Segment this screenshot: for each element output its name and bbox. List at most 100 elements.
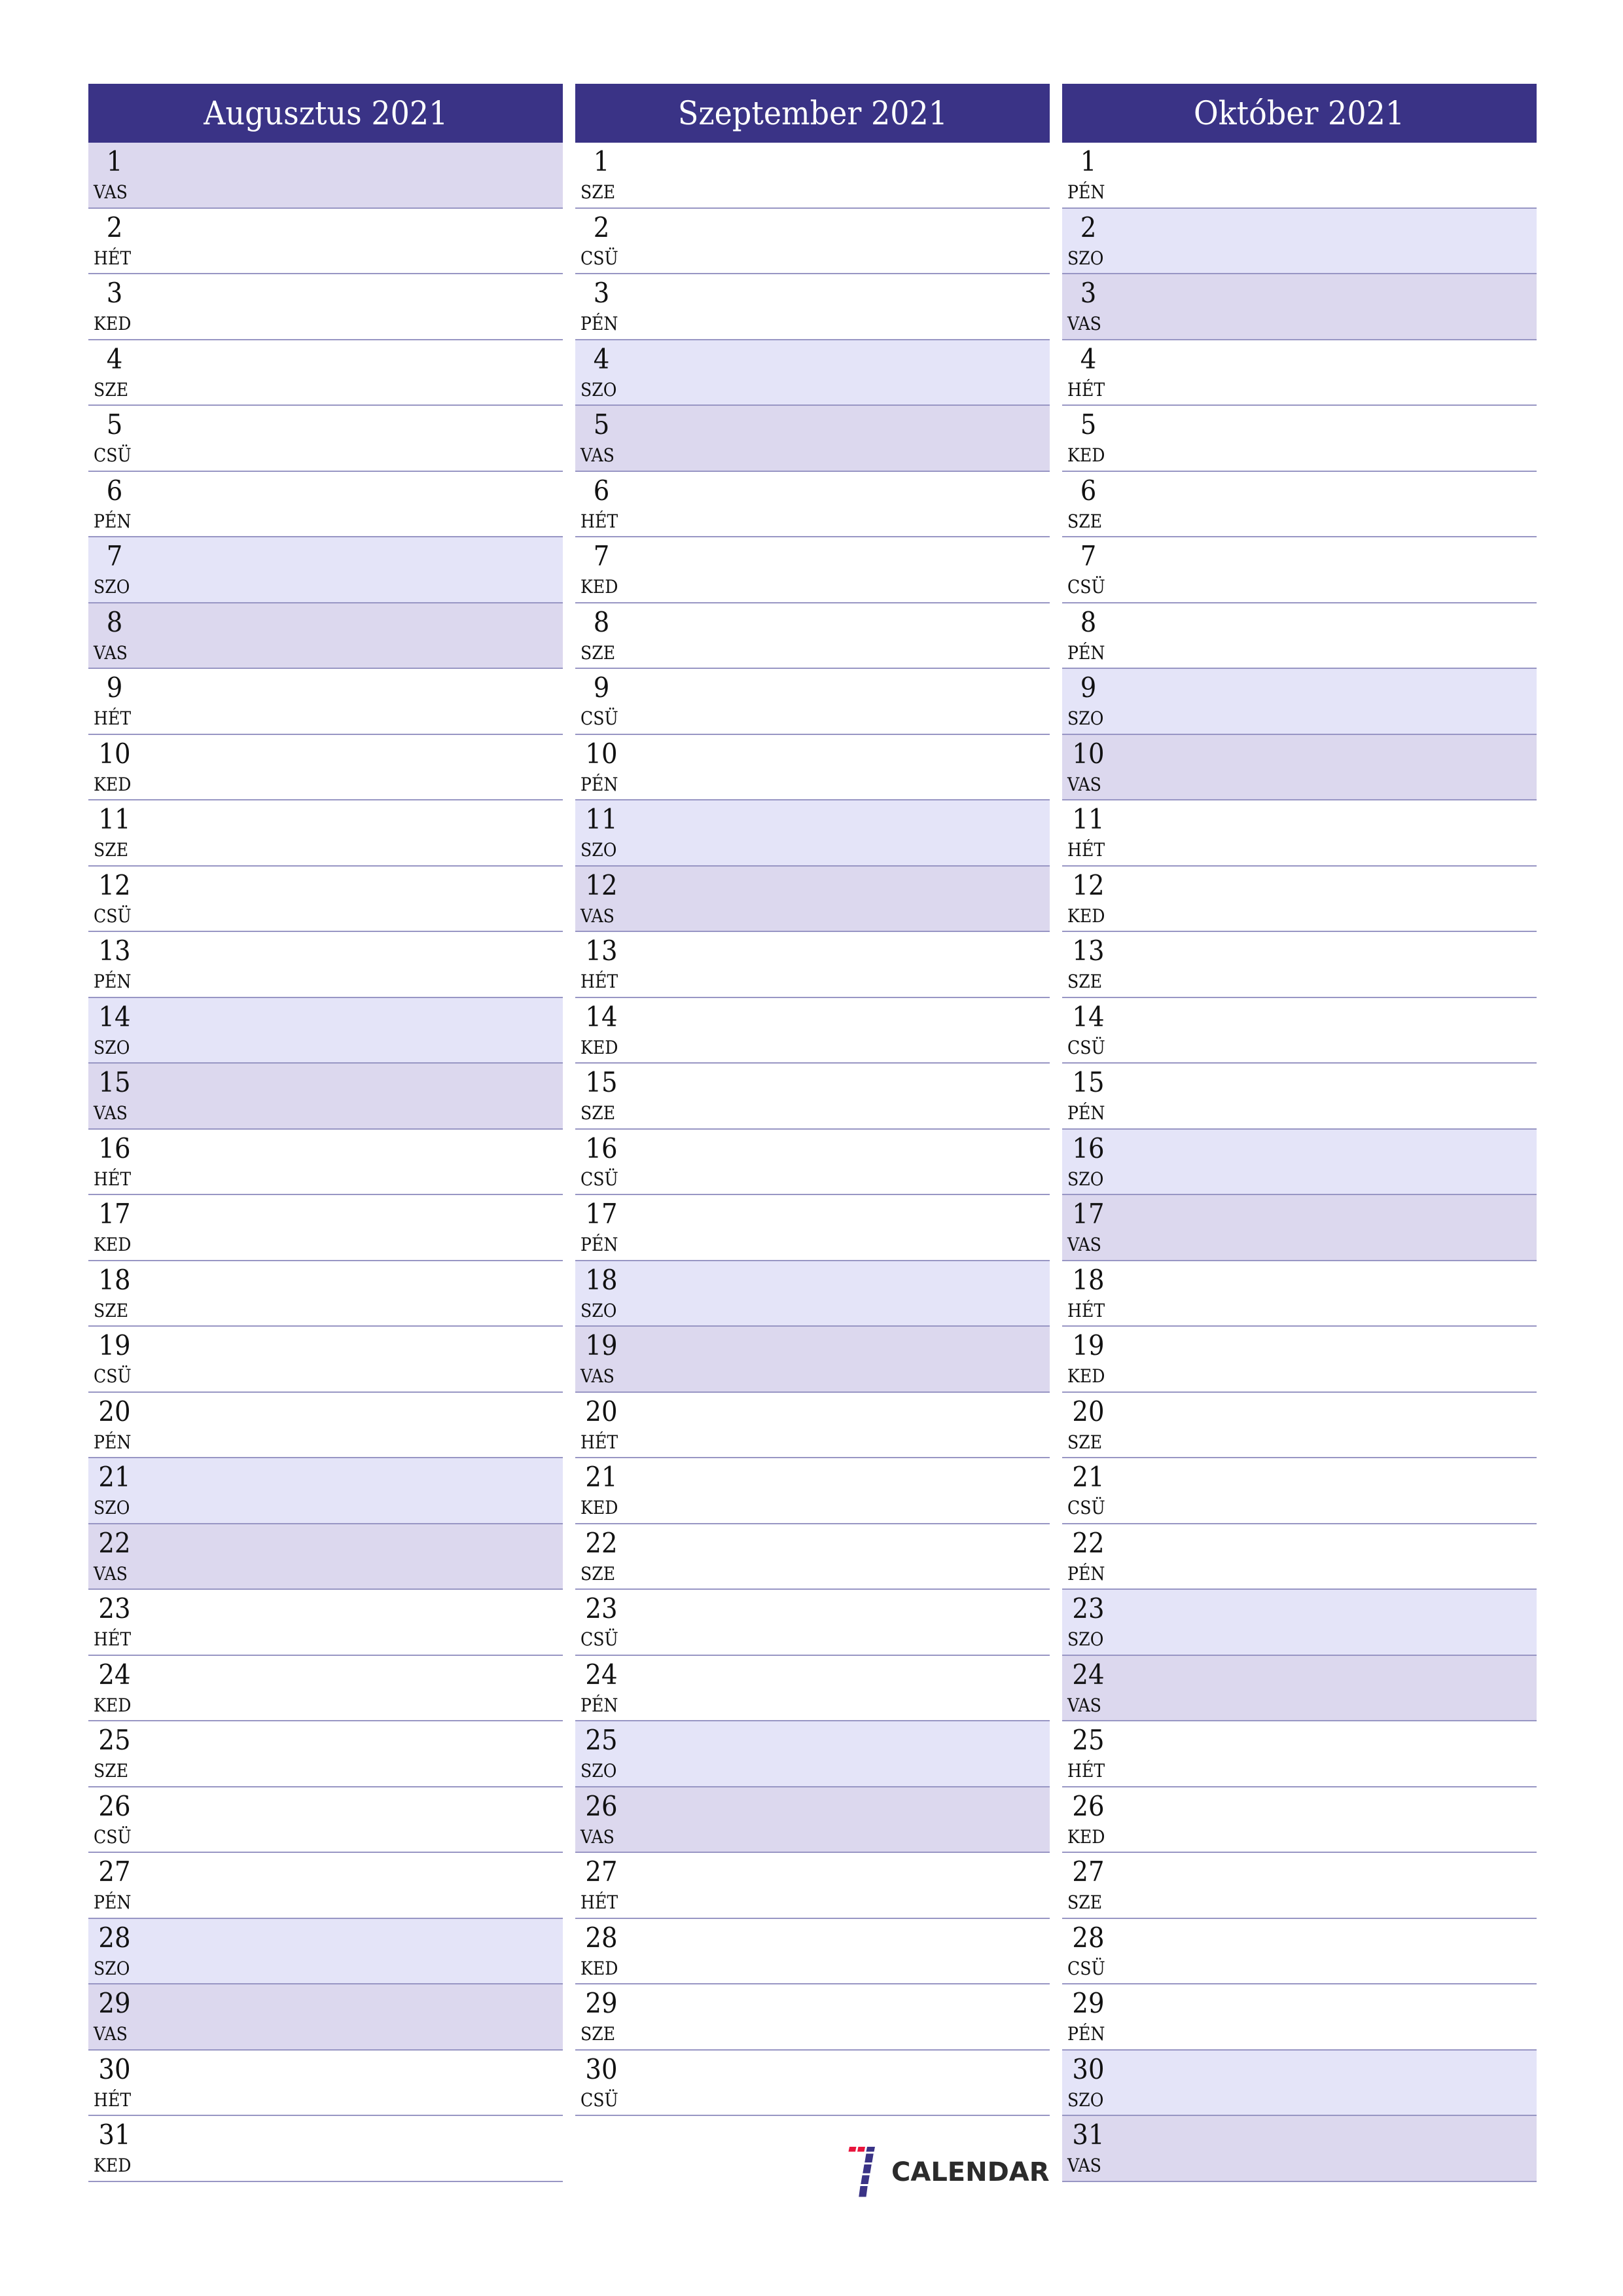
day-row: 9 CSÜ [575, 669, 1050, 735]
weekday-label: VAS [580, 905, 615, 927]
weekday-label: SZE [1067, 1892, 1103, 1913]
day-number: 16 [1072, 1132, 1105, 1164]
day-row: 31 KED [88, 2116, 563, 2182]
day-number: 26 [1072, 1789, 1105, 1822]
day-row: 28 CSÜ [1062, 1919, 1537, 1984]
weekday-label: VAS [1067, 773, 1101, 795]
weekday-label: KED [1067, 444, 1105, 466]
weekday-label: SZO [1067, 708, 1104, 729]
day-row: 14 CSÜ [1062, 998, 1537, 1064]
day-number: 7 [593, 540, 610, 572]
day-number: 1 [593, 145, 610, 177]
day-number: 11 [98, 803, 131, 835]
day-row: 21 SZO [88, 1458, 563, 1524]
day-row: 3 PÉN [575, 274, 1050, 340]
day-row: 25 SZE [88, 1721, 563, 1787]
day-row: 10 VAS [1062, 734, 1537, 800]
day-number: 10 [585, 737, 618, 770]
day-row: 4 SZE [88, 340, 563, 406]
day-number: 27 [98, 1856, 131, 1888]
weekday-label: CSÜ [580, 247, 618, 269]
day-row: 27 SZE [1062, 1853, 1537, 1919]
day-row: 1 PÉN [1062, 143, 1537, 209]
day-number: 17 [98, 1198, 131, 1230]
weekday-label: HÉT [580, 510, 618, 532]
day-row: 17 PÉN [575, 1195, 1050, 1261]
month-title: Szeptember 2021 [677, 94, 948, 132]
day-list: 1 VAS 2 HÉT 3 KED 4 SZE 5 CSÜ 6 PÉN 7 SZO 8 VAS 9 HÉT 10 KE… [88, 143, 563, 2182]
month-header: Szeptember 2021 [575, 84, 1050, 143]
day-number: 8 [106, 605, 123, 638]
day-row: 30 CSÜ [575, 2051, 1050, 2116]
day-row: 6 SZE [1062, 472, 1537, 537]
day-row: 16 HÉT [88, 1130, 563, 1195]
day-number: 18 [585, 1263, 618, 1296]
weekday-label: SZO [1067, 1628, 1104, 1650]
day-row: 15 PÉN [1062, 1064, 1537, 1130]
day-row: 9 SZO [1062, 669, 1537, 735]
day-row: 23 SZO [1062, 1590, 1537, 1656]
day-row: 10 KED [88, 735, 563, 800]
day-number: 21 [1072, 1461, 1105, 1493]
weekday-label: SZO [94, 1497, 130, 1518]
day-row: 12 VAS [575, 866, 1050, 932]
weekday-label: CSÜ [1067, 576, 1105, 598]
weekday-label: HÉT [580, 971, 618, 992]
day-row: 6 HÉT [575, 472, 1050, 537]
day-row: 19 VAS [575, 1327, 1050, 1393]
weekday-label: VAS [1067, 1694, 1101, 1716]
weekday-label: CSÜ [1067, 1957, 1105, 1979]
weekday-label: VAS [94, 181, 128, 203]
day-number: 30 [585, 2053, 618, 2085]
weekday-label: HÉT [580, 1892, 618, 1913]
day-row: 24 VAS [1062, 1655, 1537, 1721]
day-number: 2 [593, 211, 610, 243]
day-number: 5 [593, 408, 610, 440]
day-row: 7 SZO [88, 537, 563, 603]
day-number: 9 [106, 672, 123, 704]
day-number: 10 [98, 737, 131, 770]
day-number: 22 [98, 1526, 131, 1559]
day-number: 9 [593, 672, 610, 704]
day-row: 7 CSÜ [1062, 537, 1537, 603]
day-row: 29 SZE [575, 1984, 1050, 2051]
day-row: 21 CSÜ [1062, 1458, 1537, 1524]
day-row: 25 HÉT [1062, 1721, 1537, 1787]
day-number: 20 [98, 1395, 131, 1427]
day-number: 25 [98, 1724, 131, 1756]
day-row: 19 KED [1062, 1327, 1537, 1393]
weekday-label: CSÜ [94, 905, 132, 927]
day-row: 26 VAS [575, 1787, 1050, 1853]
day-row: 8 SZE [575, 603, 1050, 669]
day-row: 15 VAS [88, 1064, 563, 1130]
day-number: 26 [585, 1789, 618, 1822]
weekday-label: PÉN [94, 1431, 132, 1453]
weekday-label: SZO [94, 576, 130, 598]
day-number: 28 [585, 1921, 618, 1954]
weekday-label: HÉT [1067, 378, 1105, 401]
day-row: 12 KED [1062, 867, 1537, 932]
day-row: 24 PÉN [575, 1656, 1050, 1721]
day-row: 9 HÉT [88, 669, 563, 735]
day-row: 22 PÉN [1062, 1524, 1537, 1590]
weekday-label: SZE [94, 1760, 129, 1782]
day-row: 30 SZO [1062, 2050, 1537, 2116]
day-row: 26 CSÜ [88, 1787, 563, 1853]
day-number: 19 [585, 1329, 618, 1361]
day-number: 2 [106, 211, 123, 243]
day-row: 25 SZO [575, 1721, 1050, 1787]
day-number: 15 [98, 1066, 131, 1098]
weekday-label: PÉN [94, 1892, 132, 1913]
day-number: 30 [1072, 2053, 1105, 2085]
weekday-label: SZE [580, 641, 616, 664]
weekday-label: SZE [580, 1102, 616, 1124]
weekday-label: KED [94, 313, 132, 334]
day-row: 27 PÉN [88, 1853, 563, 1919]
weekday-label: HÉT [580, 1431, 618, 1453]
weekday-label: CSÜ [580, 1168, 618, 1190]
weekday-label: SZE [1067, 1431, 1103, 1453]
weekday-label: KED [580, 1497, 618, 1518]
day-row: 15 SZE [575, 1064, 1050, 1130]
weekday-label: PÉN [580, 1234, 618, 1255]
day-row: 26 KED [1062, 1787, 1537, 1853]
